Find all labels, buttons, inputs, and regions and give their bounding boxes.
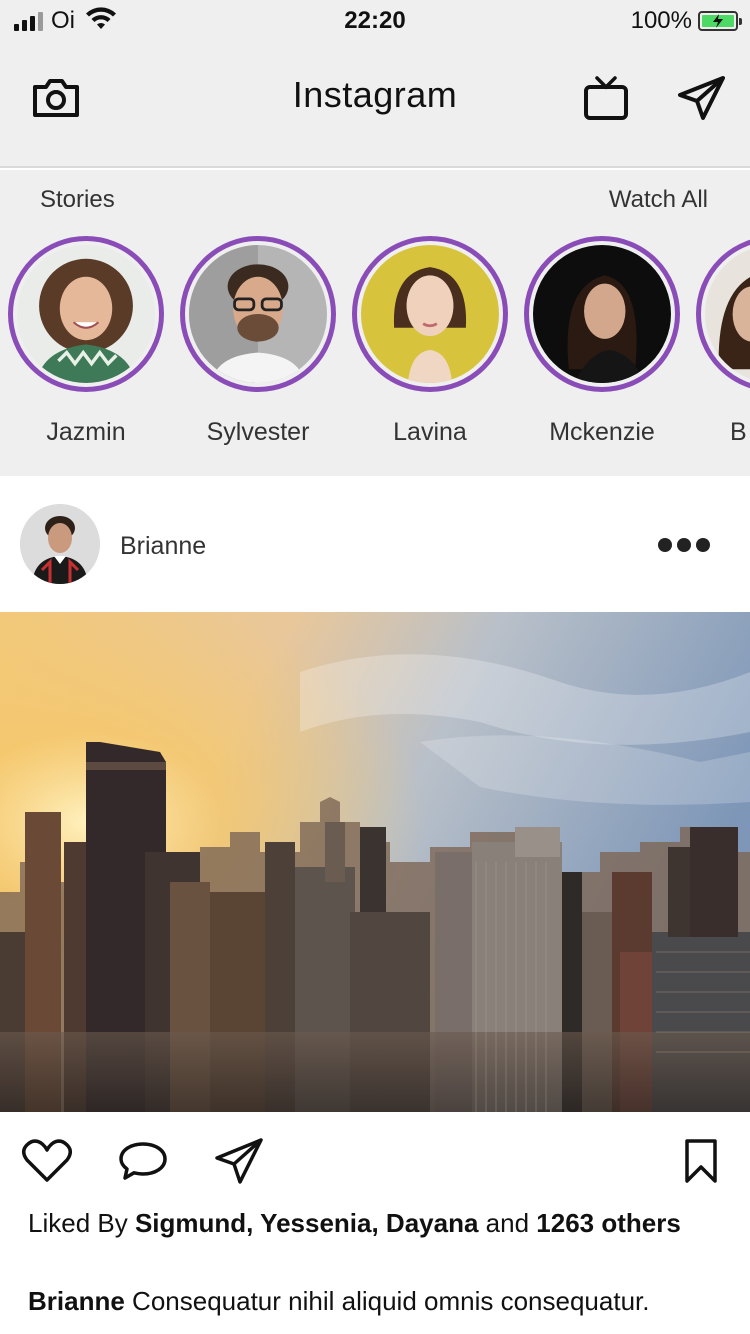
post-actions	[0, 1112, 750, 1208]
likes-count[interactable]: 1263 others	[536, 1208, 681, 1238]
post-header: Brianne	[0, 476, 750, 612]
status-bar: Oi 22:20 100%	[0, 0, 750, 44]
battery-percent: 100%	[630, 7, 692, 34]
stories-section: Stories Watch All Jazmin Sylvester Lavin…	[0, 170, 750, 476]
post-author-avatar[interactable]	[20, 504, 100, 584]
bookmark-icon[interactable]	[674, 1136, 728, 1186]
caption: Brianne Consequatur nihil aliquid omnis …	[28, 1284, 728, 1318]
story-ring	[524, 236, 680, 392]
caption-author[interactable]: Brianne	[28, 1286, 125, 1316]
send-icon[interactable]	[674, 72, 730, 124]
story-ring	[8, 236, 164, 392]
app-title: Instagram	[292, 74, 458, 115]
story-avatar	[361, 245, 499, 383]
heart-icon[interactable]	[20, 1136, 74, 1186]
story-name: Lavina	[393, 418, 467, 446]
story-item[interactable]: Jazmin	[8, 236, 164, 447]
story-ring	[696, 236, 750, 392]
story-ring	[180, 236, 336, 392]
likes-prefix: Liked By	[28, 1208, 128, 1238]
status-right: 100%	[630, 7, 742, 34]
story-name: B	[730, 418, 747, 446]
story-avatar	[705, 245, 750, 383]
more-icon[interactable]	[658, 538, 710, 552]
story-avatar	[17, 245, 155, 383]
likes-text: Liked By Sigmund, Yessenia, Dayana and 1…	[28, 1206, 728, 1240]
post-username[interactable]: Brianne	[120, 532, 206, 561]
stories-header: Stories	[40, 186, 115, 213]
share-icon[interactable]	[212, 1136, 266, 1186]
likes-names[interactable]: Sigmund, Yessenia, Dayana	[135, 1208, 478, 1238]
likes-conjunction: and	[485, 1208, 530, 1238]
story-item[interactable]: Lavina	[352, 236, 508, 447]
story-item[interactable]: Mckenzie	[524, 236, 680, 447]
story-name: Sylvester	[206, 418, 310, 446]
watch-all-link[interactable]: Watch All	[609, 186, 708, 214]
comment-icon[interactable]	[116, 1136, 170, 1186]
post-image[interactable]	[0, 612, 750, 1112]
story-name: Mckenzie	[549, 418, 655, 446]
battery-icon	[698, 11, 742, 31]
story-avatar	[189, 245, 327, 383]
nav-bar: Instagram	[0, 44, 750, 168]
story-item[interactable]: B	[696, 236, 750, 447]
story-item[interactable]: Sylvester	[180, 236, 336, 447]
story-name: Jazmin	[46, 418, 126, 446]
tv-icon[interactable]	[578, 72, 634, 124]
story-ring	[352, 236, 508, 392]
story-avatar	[533, 245, 671, 383]
caption-text: Consequatur nihil aliquid omnis consequa…	[132, 1286, 650, 1316]
